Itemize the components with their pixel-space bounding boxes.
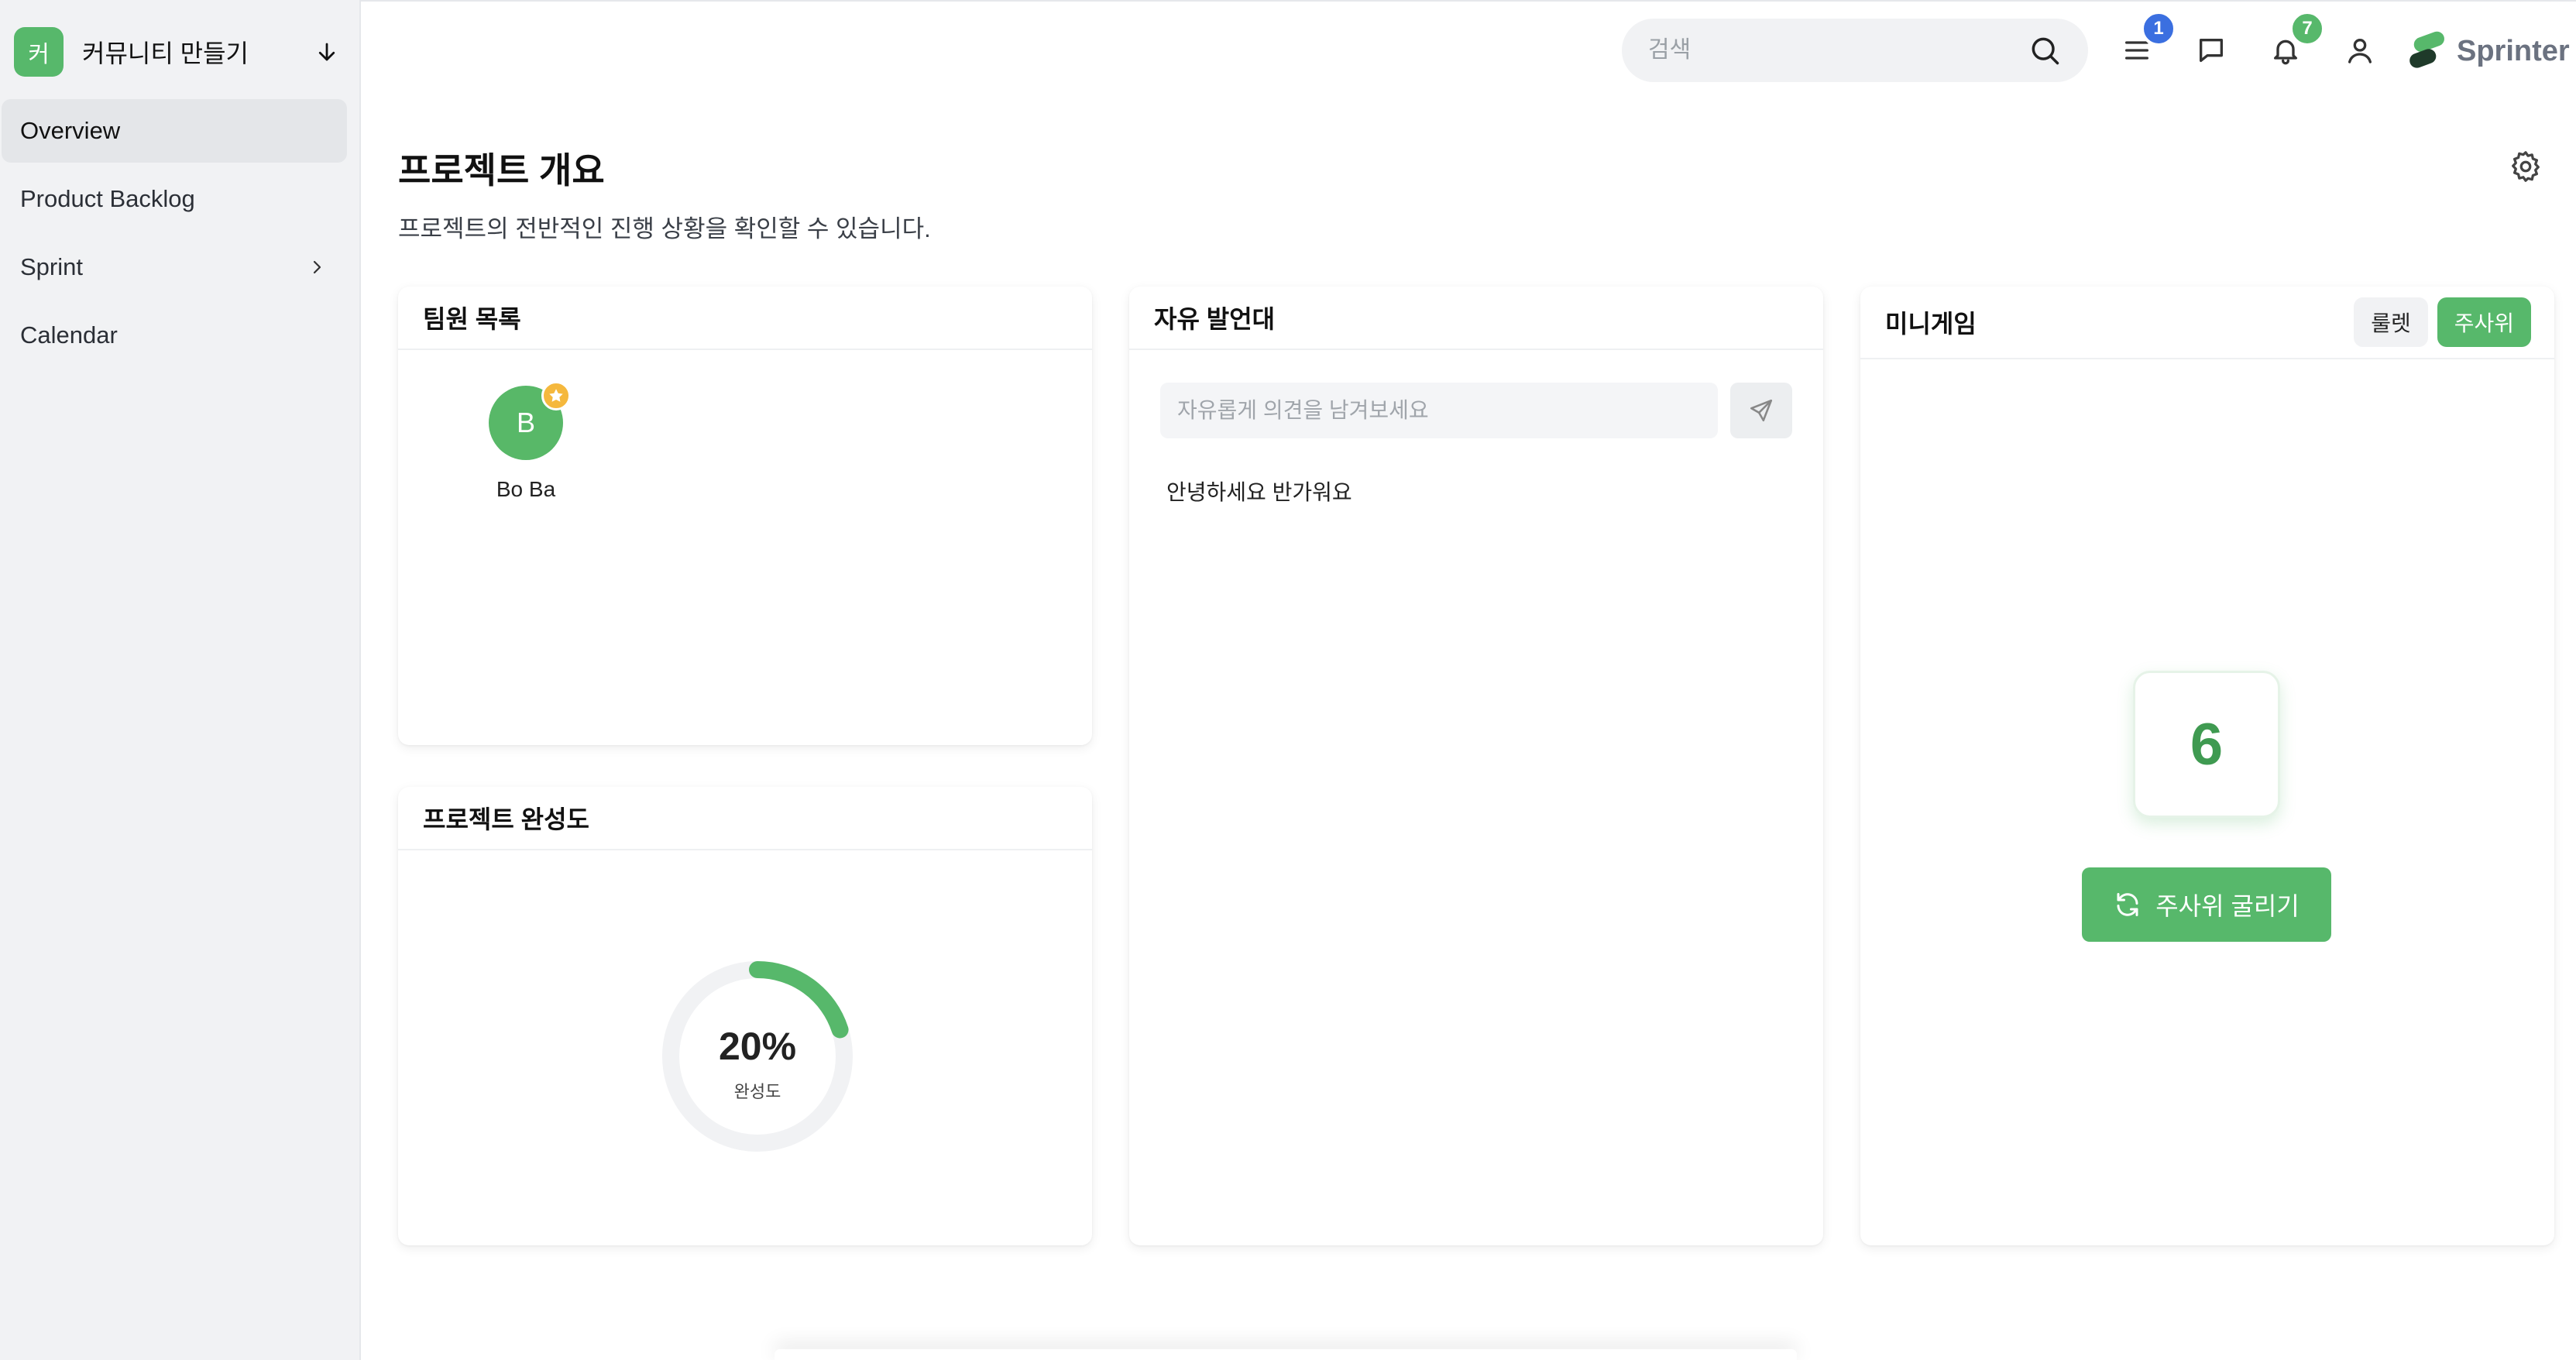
search-icon[interactable] — [2028, 33, 2062, 67]
top-divider — [361, 0, 2576, 2]
sidebar-item-calendar[interactable]: Calendar — [2, 304, 347, 367]
tab-dice[interactable]: 주사위 — [2437, 297, 2531, 347]
sidebar-item-sprint[interactable]: Sprint — [2, 235, 347, 299]
arrow-down-icon[interactable] — [311, 36, 342, 67]
dice-face: 6 — [2133, 671, 2280, 818]
progress-card: 프로젝트 완성도 20% 완성도 — [398, 787, 1092, 1245]
bottom-panel-edge — [775, 1349, 1797, 1360]
comment-input[interactable] — [1160, 383, 1719, 438]
team-card-title: 팀원 목록 — [398, 287, 1092, 350]
page-subtitle: 프로젝트의 전반적인 진행 상황을 확인할 수 있습니다. — [398, 215, 931, 242]
search-bar[interactable] — [1622, 19, 2088, 82]
star-icon — [541, 381, 571, 410]
logo-icon — [2409, 31, 2444, 68]
minigame-card: 미니게임 룰렛 주사위 6 주사위 굴리기 — [1860, 287, 2554, 1245]
gear-icon[interactable] — [2508, 149, 2543, 184]
avatar[interactable]: B — [489, 381, 571, 460]
comment-form — [1160, 383, 1792, 438]
member-name: Bo Ba — [496, 477, 556, 501]
team-card: 팀원 목록 B Bo Ba — [398, 287, 1092, 745]
minigame-title: 미니게임 — [1885, 310, 1977, 338]
page-title: 프로젝트 개요 — [398, 150, 605, 191]
sidebar-item-label: Product Backlog — [20, 185, 195, 212]
user-icon — [2348, 39, 2372, 64]
sidebar-item-label: Calendar — [20, 321, 118, 349]
send-icon — [1750, 399, 1773, 422]
sidebar-item-overview[interactable]: Overview — [2, 99, 347, 163]
refresh-icon — [2114, 889, 2145, 920]
chevron-right-icon — [304, 254, 330, 280]
sidebar-item-product-backlog[interactable]: Product Backlog — [2, 167, 347, 231]
free-board-card: 자유 발언대 안녕하세요 반가워요 — [1129, 287, 1823, 1245]
search-input[interactable] — [1648, 37, 2028, 64]
board-message: 안녕하세요 반가워요 — [1166, 480, 1352, 504]
roll-dice-button[interactable]: 주사위 굴리기 — [2082, 867, 2331, 942]
logo-text: Sprinter — [2457, 34, 2570, 67]
progress-ring: 20% 완성도 — [651, 950, 864, 1163]
free-board-title: 자유 발언대 — [1129, 287, 1823, 350]
sidebar-item-label: Sprint — [20, 253, 83, 280]
sidebar-item-label: Overview — [20, 117, 121, 144]
progress-card-title: 프로젝트 완성도 — [398, 787, 1092, 850]
minigame-tabs: 룰렛 주사위 — [2344, 297, 2531, 347]
notification-badge: 7 — [2289, 11, 2325, 46]
project-switcher[interactable]: 커 커뮤니티 만들기 — [14, 25, 342, 79]
menu-badge: 1 — [2141, 11, 2176, 46]
menu-button[interactable]: 1 — [2119, 11, 2176, 68]
sprinter-logo[interactable]: Sprinter — [2407, 29, 2574, 73]
project-badge: 커 — [14, 27, 64, 77]
tab-roulette[interactable]: 룰렛 — [2354, 297, 2428, 347]
avatar-initial: B — [516, 407, 535, 438]
project-name: 커뮤니티 만들기 — [82, 39, 249, 67]
chat-button[interactable] — [2193, 33, 2229, 68]
send-button[interactable] — [1730, 383, 1792, 438]
notification-button[interactable]: 7 — [2268, 11, 2325, 68]
profile-button[interactable] — [2342, 33, 2378, 68]
minigame-header: 미니게임 룰렛 주사위 — [1860, 287, 2554, 359]
roll-dice-label: 주사위 굴리기 — [2155, 892, 2300, 920]
progress-label: 완성도 — [733, 1082, 781, 1101]
sidebar: 커 커뮤니티 만들기 Overview Product Backlog Spri… — [0, 0, 361, 1360]
chat-icon — [2200, 39, 2223, 63]
progress-value: 20% — [718, 1025, 797, 1068]
team-member[interactable]: B Bo Ba — [476, 381, 576, 502]
sidebar-nav: Overview Product Backlog Sprint Calendar — [2, 99, 347, 372]
